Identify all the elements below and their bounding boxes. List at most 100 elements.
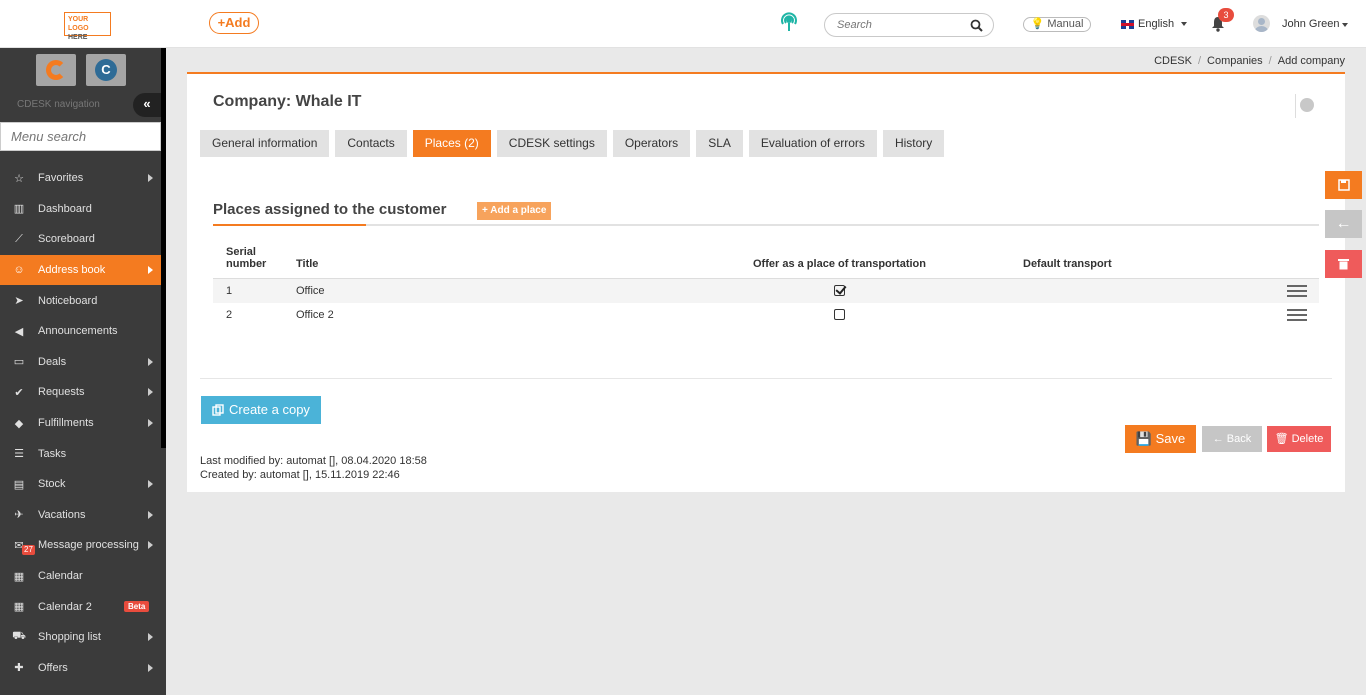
search-icon[interactable] bbox=[970, 19, 983, 32]
tab-history[interactable]: History bbox=[882, 130, 945, 157]
back-button[interactable]: ← Back bbox=[1202, 426, 1262, 452]
sidebar-item-noticeboard[interactable]: ➤ Noticeboard bbox=[0, 285, 161, 316]
chevron-down-icon bbox=[1181, 22, 1188, 26]
breadcrumb-companies[interactable]: Companies bbox=[1207, 55, 1263, 67]
offer-checkbox[interactable] bbox=[834, 309, 845, 320]
tab-cdesk-settings[interactable]: CDESK settings bbox=[496, 130, 607, 157]
sidebar-item-calendar-2[interactable]: ▦ Calendar 2 Beta bbox=[0, 591, 161, 622]
sidebar-item-label: Scoreboard bbox=[38, 233, 95, 246]
floating-back-button[interactable]: ← bbox=[1325, 210, 1362, 238]
calendar-icon: ▦ bbox=[13, 570, 25, 583]
chevron-right-icon bbox=[148, 357, 153, 366]
cart-icon: ⛟ bbox=[12, 630, 26, 643]
uk-flag-icon bbox=[1121, 19, 1134, 29]
cdesk-app-button[interactable] bbox=[36, 54, 76, 86]
column-header-serial-number[interactable]: Serial number bbox=[213, 246, 283, 279]
sidebar-item-calendar[interactable]: ▦ Calendar bbox=[0, 561, 161, 592]
title-cell[interactable]: Office bbox=[283, 278, 683, 303]
chevron-right-icon bbox=[148, 388, 153, 397]
default-transport-cell bbox=[983, 303, 1183, 327]
gift-icon: ✚ bbox=[14, 662, 24, 675]
tab-general-information[interactable]: General information bbox=[200, 130, 330, 157]
beta-badge: Beta bbox=[124, 601, 150, 613]
top-bar: YOUR LOGOHERE +Add 💡 Manual English 3 Jo… bbox=[0, 0, 1366, 48]
hamburger-menu-icon[interactable] bbox=[1287, 308, 1307, 321]
search-input[interactable] bbox=[837, 14, 967, 36]
table-row[interactable]: 2 Office 2 bbox=[213, 303, 1319, 327]
sidebar-item-label: Announcements bbox=[38, 325, 118, 338]
floppy-icon bbox=[1337, 179, 1350, 191]
sidebar-item-dashboard[interactable]: ▥ Dashboard bbox=[0, 194, 161, 225]
manual-button[interactable]: 💡 Manual bbox=[1023, 17, 1091, 32]
sidebar-item-label: Address book bbox=[38, 264, 106, 277]
sidebar-item-address-book[interactable]: ☺ Address book bbox=[0, 254, 161, 286]
section-underline bbox=[213, 224, 1319, 226]
delete-button[interactable]: 🗑 Delete bbox=[1267, 426, 1331, 452]
add-button[interactable]: +Add bbox=[209, 12, 259, 34]
user-avatar[interactable] bbox=[1253, 15, 1270, 32]
podcast-icon[interactable] bbox=[778, 11, 800, 33]
page-title: Company: Whale IT bbox=[213, 93, 362, 110]
add-place-button[interactable]: + Add a place bbox=[477, 202, 552, 220]
second-app-button[interactable]: C bbox=[86, 54, 126, 86]
sidebar-item-deals[interactable]: ▭ Deals bbox=[0, 347, 161, 378]
sidebar-item-requests[interactable]: ✔ Requests bbox=[0, 377, 161, 408]
tab-operators[interactable]: Operators bbox=[612, 130, 691, 157]
sidebar-item-stock[interactable]: ▤ Stock bbox=[0, 469, 161, 500]
row-menu-cell bbox=[1183, 303, 1319, 327]
sidebar-item-announcements[interactable]: ◀ Announcements bbox=[0, 316, 161, 347]
company-logo[interactable]: YOUR LOGO HERE bbox=[64, 12, 111, 41]
menu-search-input[interactable] bbox=[11, 123, 161, 150]
tab-sla[interactable]: SLA bbox=[696, 130, 743, 157]
offer-checkbox[interactable] bbox=[834, 285, 845, 297]
table-row[interactable]: 1 Office bbox=[213, 278, 1319, 303]
notification-count-badge: 3 bbox=[1218, 8, 1234, 22]
sidebar-item-vacations[interactable]: ✈ Vacations bbox=[0, 500, 161, 531]
column-header-default-transport[interactable]: Default transport bbox=[983, 246, 1183, 279]
record-metadata: Last modified by: automat [], 08.04.2020… bbox=[200, 454, 427, 482]
copy-icon bbox=[212, 403, 224, 416]
collapse-sidebar-button[interactable]: « bbox=[133, 93, 161, 117]
hamburger-menu-icon[interactable] bbox=[1287, 284, 1307, 297]
title-cell[interactable]: Office 2 bbox=[283, 303, 683, 327]
user-menu[interactable]: John Green bbox=[1282, 18, 1349, 30]
global-search[interactable] bbox=[824, 13, 994, 37]
sidebar-item-label: Calendar 2 bbox=[38, 600, 92, 613]
menu-search[interactable] bbox=[0, 122, 161, 151]
tab-places[interactable]: Places (2) bbox=[412, 130, 491, 157]
breadcrumb-cdesk[interactable]: CDESK bbox=[1154, 55, 1192, 67]
sidebar-item-label: Noticeboard bbox=[38, 294, 98, 307]
tab-contacts[interactable]: Contacts bbox=[335, 130, 407, 157]
credit-card-icon: ▭ bbox=[13, 356, 25, 369]
created-text: Created by: automat [], 15.11.2019 22:46 bbox=[200, 469, 400, 481]
user-icon: ☺ bbox=[13, 264, 25, 277]
sidebar-scrollbar[interactable] bbox=[161, 48, 166, 448]
sidebar-item-scoreboard[interactable]: ⟋ Scoreboard bbox=[0, 224, 161, 255]
floating-delete-button[interactable] bbox=[1325, 250, 1362, 278]
tab-evaluation-of-errors[interactable]: Evaluation of errors bbox=[748, 130, 877, 157]
sidebar-item-favorites[interactable]: ☆ Favorites bbox=[0, 163, 161, 194]
sidebar-item-label: Shopping list bbox=[38, 631, 101, 644]
serial-number-cell: 1 bbox=[213, 278, 283, 303]
save-button[interactable]: 💾 Save bbox=[1125, 425, 1196, 453]
sidebar-item-message-processing[interactable]: ✉ Message processing 27 bbox=[0, 530, 161, 561]
sidebar-item-label: Requests bbox=[38, 386, 85, 399]
column-header-title[interactable]: Title bbox=[283, 246, 683, 279]
create-copy-button[interactable]: Create a copy bbox=[201, 396, 321, 424]
column-header-actions bbox=[1183, 246, 1319, 279]
column-header-offer-transport[interactable]: Offer as a place of transportation bbox=[683, 246, 983, 279]
trash-icon bbox=[1338, 259, 1349, 270]
language-selector[interactable]: English bbox=[1121, 18, 1188, 30]
sidebar-item-tasks[interactable]: ☰ Tasks bbox=[0, 438, 161, 469]
sidebar-item-label: Deals bbox=[38, 355, 67, 368]
floating-save-button[interactable] bbox=[1325, 171, 1362, 199]
megaphone-icon: ◀ bbox=[14, 325, 24, 338]
c-logo-icon: C bbox=[95, 59, 117, 81]
arrow-left-icon: ← bbox=[1335, 215, 1352, 232]
sidebar-item-offers[interactable]: ✚ Offers bbox=[0, 653, 161, 684]
places-table: Serial number Title Offer as a place of … bbox=[213, 246, 1319, 327]
sidebar-item-fulfillments[interactable]: ◆ Fulfillments bbox=[0, 408, 161, 439]
sidebar-item-shopping-list[interactable]: ⛟ Shopping list bbox=[0, 622, 161, 653]
sidebar-item-label: Calendar bbox=[38, 570, 83, 583]
edit-icon[interactable] bbox=[1300, 98, 1314, 112]
